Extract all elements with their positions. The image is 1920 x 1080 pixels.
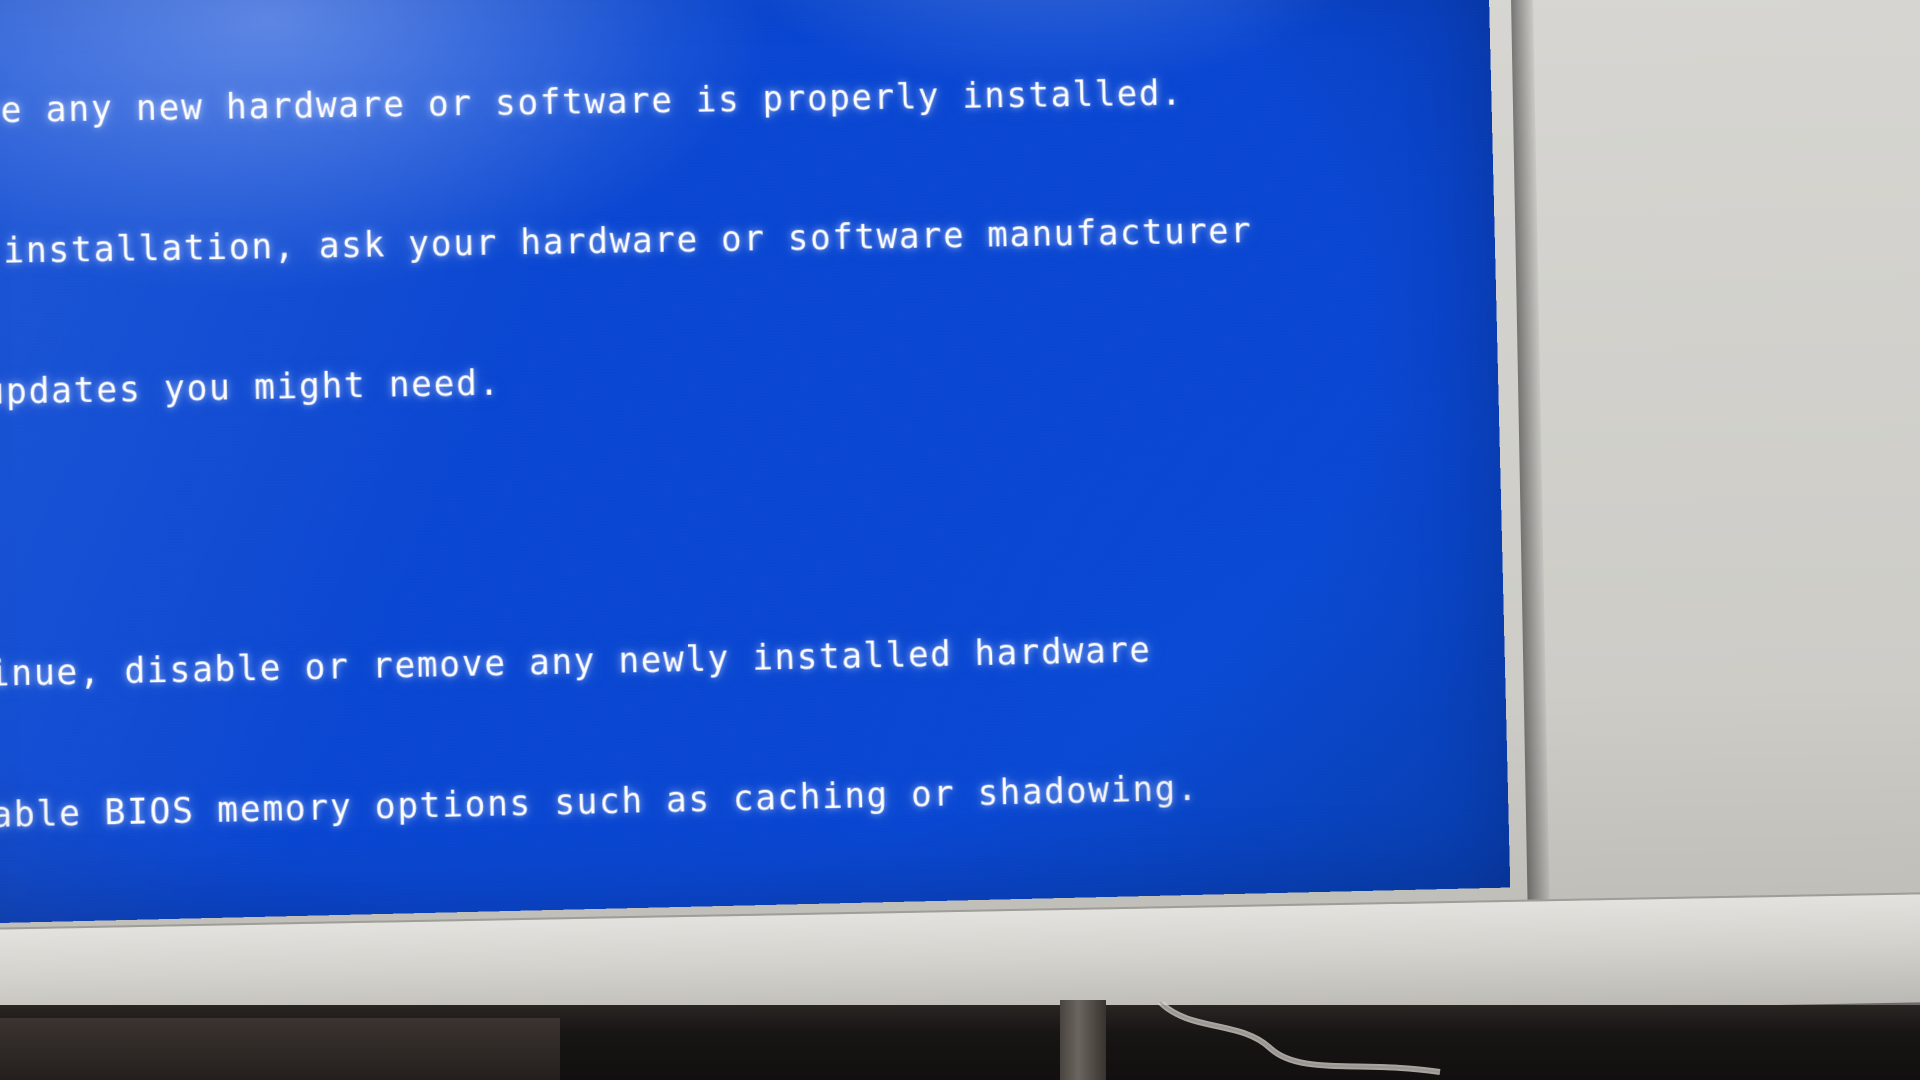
bsod-line: continue, disable or remove any newly in… — [0, 630, 1152, 698]
samsung-monitor: ke sure any new hardware or software is … — [0, 0, 1920, 1043]
desk-left-surface — [0, 1018, 560, 1080]
bsod-text-block: ke sure any new hardware or software is … — [0, 0, 1510, 925]
bsod-line: a new installation, ask your hardware or… — [0, 211, 1253, 274]
bsod-line: ke sure any new hardware or software is … — [0, 73, 1184, 133]
photo-scene: ke sure any new hardware or software is … — [0, 0, 1920, 1080]
bsod-line-blank — [0, 481, 1510, 560]
bsod-line: dows updates you might need. — [0, 363, 502, 413]
bsod-line: . Disable BIOS memory options such as ca… — [0, 769, 1200, 839]
monitor-stand-neck — [1060, 1000, 1106, 1080]
monitor-cable — [1150, 1002, 1450, 1080]
lcd-screen: ke sure any new hardware or software is … — [0, 0, 1511, 925]
